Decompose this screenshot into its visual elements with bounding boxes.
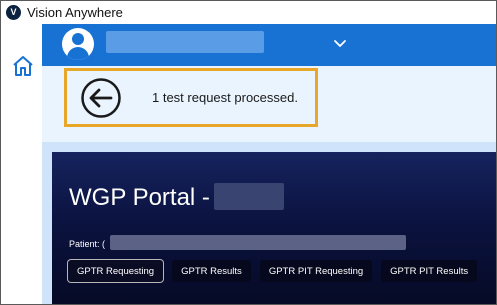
user-avatar-icon[interactable] bbox=[62, 28, 94, 60]
portal-panel: WGP Portal - Patient: ( GPTR Requesting … bbox=[42, 142, 496, 304]
portal-tabs: GPTR Requesting GPTR Results GPTR PIT Re… bbox=[68, 260, 478, 282]
portal-title: WGP Portal - bbox=[69, 184, 210, 211]
tab-gptr-pit-requesting[interactable]: GPTR PIT Requesting bbox=[259, 260, 373, 282]
patient-details-redacted bbox=[110, 235, 406, 250]
window-title: Vision Anywhere bbox=[27, 5, 123, 20]
home-icon[interactable] bbox=[12, 55, 34, 77]
top-bar bbox=[42, 24, 496, 66]
tab-gptr-results[interactable]: GPTR Results bbox=[172, 260, 251, 282]
patient-label: Patient: ( bbox=[69, 239, 106, 249]
back-arrow-button[interactable] bbox=[80, 77, 122, 119]
portal-header: WGP Portal - Patient: ( GPTR Requesting … bbox=[52, 152, 496, 304]
sidebar bbox=[1, 24, 42, 304]
title-bar: V Vision Anywhere bbox=[1, 1, 496, 24]
user-name-redacted bbox=[106, 31, 264, 53]
notification-message: 1 test request processed. bbox=[152, 90, 298, 105]
chevron-down-icon[interactable] bbox=[332, 37, 348, 49]
tab-gptr-requesting[interactable]: GPTR Requesting bbox=[68, 260, 164, 282]
tab-gptr-pit-results[interactable]: GPTR PIT Results bbox=[381, 260, 478, 282]
practice-name-redacted bbox=[214, 183, 284, 210]
vision-logo-icon: V bbox=[6, 5, 21, 20]
notification-panel: 1 test request processed. bbox=[42, 66, 496, 142]
logo-letter: V bbox=[10, 7, 17, 17]
